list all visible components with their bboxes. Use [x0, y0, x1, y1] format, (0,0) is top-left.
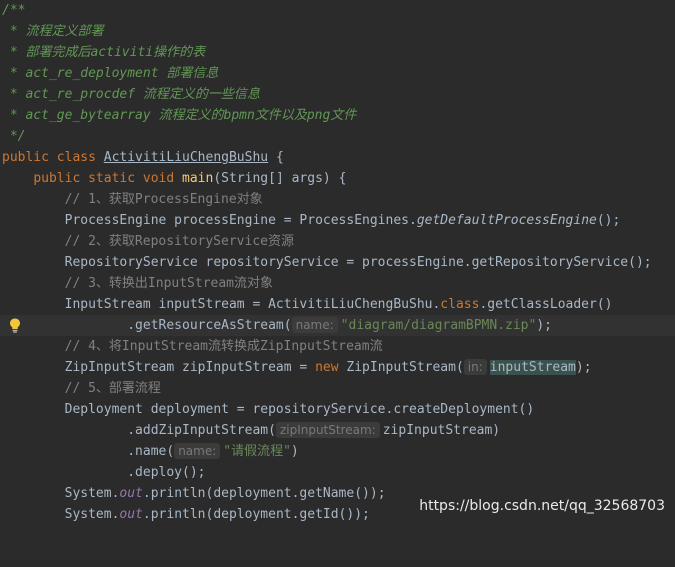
code-line[interactable]: // 3、转换出InputStream流对象: [0, 273, 675, 294]
code-text: InputStream inputStream = ActivitiLiuChe…: [2, 297, 441, 312]
code-line[interactable]: public static void main(String[] args) {: [0, 168, 675, 189]
code-line[interactable]: // 1、获取ProcessEngine对象: [0, 189, 675, 210]
code-statement: System.out.println(deployment.getId());: [2, 504, 370, 525]
parameter-hint: name:: [174, 443, 221, 459]
doc-comment-line: * act_re_deployment 部署信息: [2, 66, 219, 81]
code-text: .addZipInputStream(: [2, 423, 276, 438]
code-statement: System.out.println(deployment.getName())…: [2, 483, 386, 504]
keyword: public class: [2, 150, 104, 165]
code-statement: .getResourceAsStream(name: "diagram/diagr…: [2, 315, 552, 336]
code-text: ZipInputStream(: [338, 360, 464, 375]
code-text: .println(deployment.getId());: [142, 507, 370, 522]
code-text: System.: [2, 507, 120, 522]
code-text: .getClassLoader(): [479, 297, 613, 312]
code-text: ();: [596, 213, 621, 228]
line-comment: // 2、获取RepositoryService资源: [2, 234, 294, 249]
code-line[interactable]: * 流程定义部署: [0, 21, 675, 42]
code-line[interactable]: ProcessEngine processEngine = ProcessEng…: [0, 210, 675, 231]
doc-comment-line: * 流程定义部署: [2, 24, 104, 39]
line-comment: // 1、获取ProcessEngine对象: [2, 192, 263, 207]
code-line[interactable]: public class ActivitiLiuChengBuShu {: [0, 147, 675, 168]
code-text: ): [290, 444, 299, 459]
code-line[interactable]: .addZipInputStream(zipInputStream: zipInp…: [0, 420, 675, 441]
code-text: .println(deployment.getName());: [142, 486, 386, 501]
code-line[interactable]: // 4、将InputStream流转换成ZipInputStream流: [0, 336, 675, 357]
code-text: .getResourceAsStream(: [2, 318, 292, 333]
code-line[interactable]: InputStream inputStream = ActivitiLiuChe…: [0, 294, 675, 315]
code-statement: Deployment deployment = repositoryServic…: [2, 402, 535, 417]
static-call: getDefaultProcessEngine: [416, 213, 597, 228]
current-code-line[interactable]: .getResourceAsStream(name: "diagram/diagr…: [0, 315, 675, 336]
code-statement: ZipInputStream zipInputStream = new ZipI…: [2, 357, 592, 378]
code-line[interactable]: RepositoryService repositoryService = pr…: [0, 252, 675, 273]
code-statement: InputStream inputStream = ActivitiLiuChe…: [2, 294, 613, 315]
class-name: ActivitiLiuChengBuShu: [103, 150, 269, 165]
code-line[interactable]: ZipInputStream zipInputStream = new ZipI…: [0, 357, 675, 378]
code-text: );: [536, 318, 552, 333]
code-text: System.: [2, 486, 120, 501]
class-declaration: public class ActivitiLiuChengBuShu {: [2, 147, 284, 168]
code-line[interactable]: .name(name: "请假流程"): [0, 441, 675, 462]
doc-comment-open: /**: [2, 3, 26, 18]
code-text: ZipInputStream zipInputStream =: [2, 360, 316, 375]
code-statement: ProcessEngine processEngine = ProcessEng…: [2, 210, 621, 231]
code-line[interactable]: * act_re_procdef 流程定义的一些信息: [0, 84, 675, 105]
keyword: class: [440, 297, 480, 312]
code-line[interactable]: * act_ge_bytearray 流程定义的bpmn文件以及png文件: [0, 105, 675, 126]
highlighted-identifier: inputStream: [489, 360, 576, 375]
code-line[interactable]: */: [0, 126, 675, 147]
keyword: new: [315, 360, 339, 375]
code-line[interactable]: * 部署完成后activiti操作的表: [0, 42, 675, 63]
code-text: );: [575, 360, 592, 375]
static-field: out: [119, 507, 143, 522]
method-name: main: [182, 171, 214, 186]
code-line[interactable]: // 2、获取RepositoryService资源: [0, 231, 675, 252]
line-comment: // 3、转换出InputStream流对象: [2, 276, 274, 291]
code-statement: .addZipInputStream(zipInputStream: zipInp…: [2, 420, 500, 441]
parameter-hint: zipInputStream:: [275, 422, 380, 438]
doc-comment-close: */: [2, 129, 26, 144]
code-text: zipInputStream): [382, 423, 501, 438]
code-line[interactable]: * act_re_deployment 部署信息: [0, 63, 675, 84]
code-line[interactable]: /**: [0, 0, 675, 21]
doc-comment-line: * act_ge_bytearray 流程定义的bpmn文件以及png文件: [2, 108, 357, 123]
code-line[interactable]: // 5、部署流程: [0, 378, 675, 399]
static-field: out: [119, 486, 143, 501]
code-editor[interactable]: /** * 流程定义部署 * 部署完成后activiti操作的表 * act_r…: [0, 0, 675, 528]
parameter-hint: in:: [463, 359, 487, 375]
parameter-hint: name:: [291, 317, 338, 333]
code-text: .name(: [2, 444, 175, 459]
doc-comment-line: * act_re_procdef 流程定义的一些信息: [2, 87, 260, 102]
code-statement: RepositoryService repositoryService = pr…: [2, 255, 652, 270]
watermark: https://blog.csdn.net/qq_32568703: [419, 498, 665, 514]
code-text: ProcessEngine processEngine = ProcessEng…: [2, 213, 417, 228]
method-declaration: public static void main(String[] args) {: [2, 168, 346, 189]
method-params: (String[] args) {: [213, 171, 347, 186]
string-literal: "diagram/diagramBPMN.zip": [340, 318, 537, 333]
code-statement: .name(name: "请假流程"): [2, 441, 299, 462]
line-comment: // 4、将InputStream流转换成ZipInputStream流: [2, 339, 383, 354]
string-literal: "请假流程": [223, 444, 291, 459]
code-line[interactable]: Deployment deployment = repositoryServic…: [0, 399, 675, 420]
doc-comment-line: * 部署完成后activiti操作的表: [2, 45, 206, 60]
brace: {: [268, 150, 284, 165]
keyword: public static void: [33, 171, 183, 186]
code-statement: .deploy();: [2, 465, 206, 480]
line-comment: // 5、部署流程: [2, 381, 161, 396]
code-line[interactable]: .deploy();: [0, 462, 675, 483]
